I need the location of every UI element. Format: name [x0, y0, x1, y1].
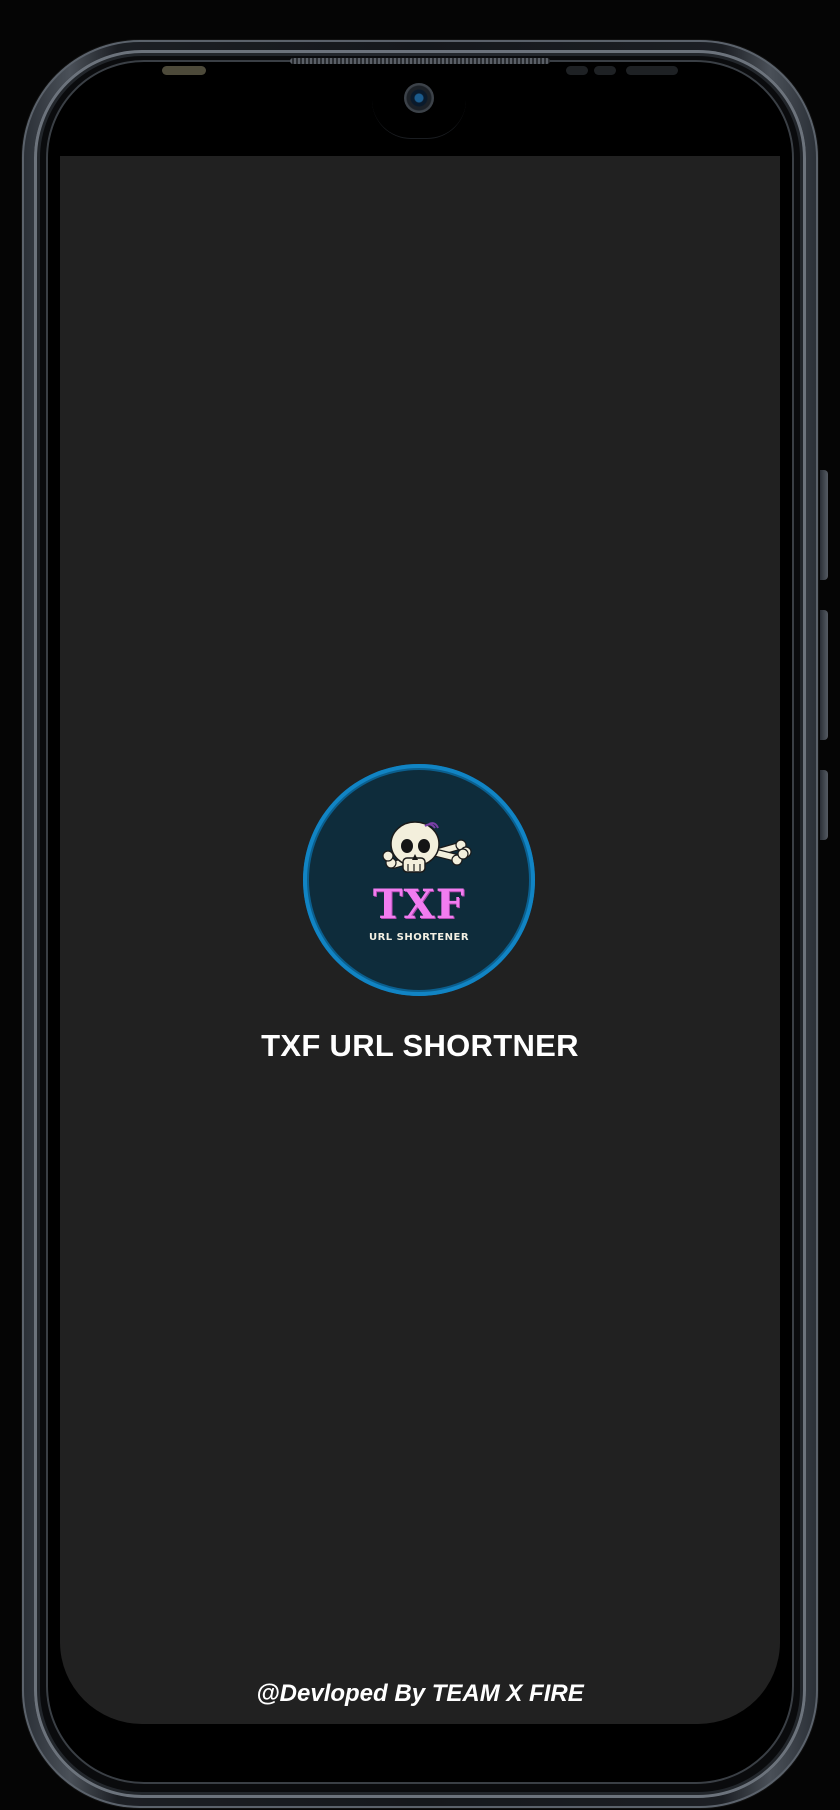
earpiece-speaker	[290, 58, 550, 64]
app-title: TXF URL SHORTNER	[261, 1028, 579, 1063]
proximity-sensor	[162, 66, 206, 75]
splash-screen: TXF URL SHORTENER TXF URL SHORTNER @Devl…	[60, 156, 780, 1724]
logo-subtitle: URL SHORTENER	[368, 932, 470, 943]
sensor-array	[566, 66, 678, 75]
volume-up-button	[820, 470, 828, 580]
app-logo: TXF URL SHORTENER	[303, 764, 535, 996]
skull-crossbones-icon	[382, 821, 472, 873]
logo-wordmark: TXF	[372, 881, 466, 928]
front-camera-icon	[404, 83, 434, 113]
volume-down-button	[820, 610, 828, 740]
developer-credit: @Devloped By TEAM X FIRE	[256, 1680, 584, 1707]
device-mockup: TXF URL SHORTENER TXF URL SHORTNER @Devl…	[0, 0, 840, 1810]
power-button	[820, 770, 828, 840]
